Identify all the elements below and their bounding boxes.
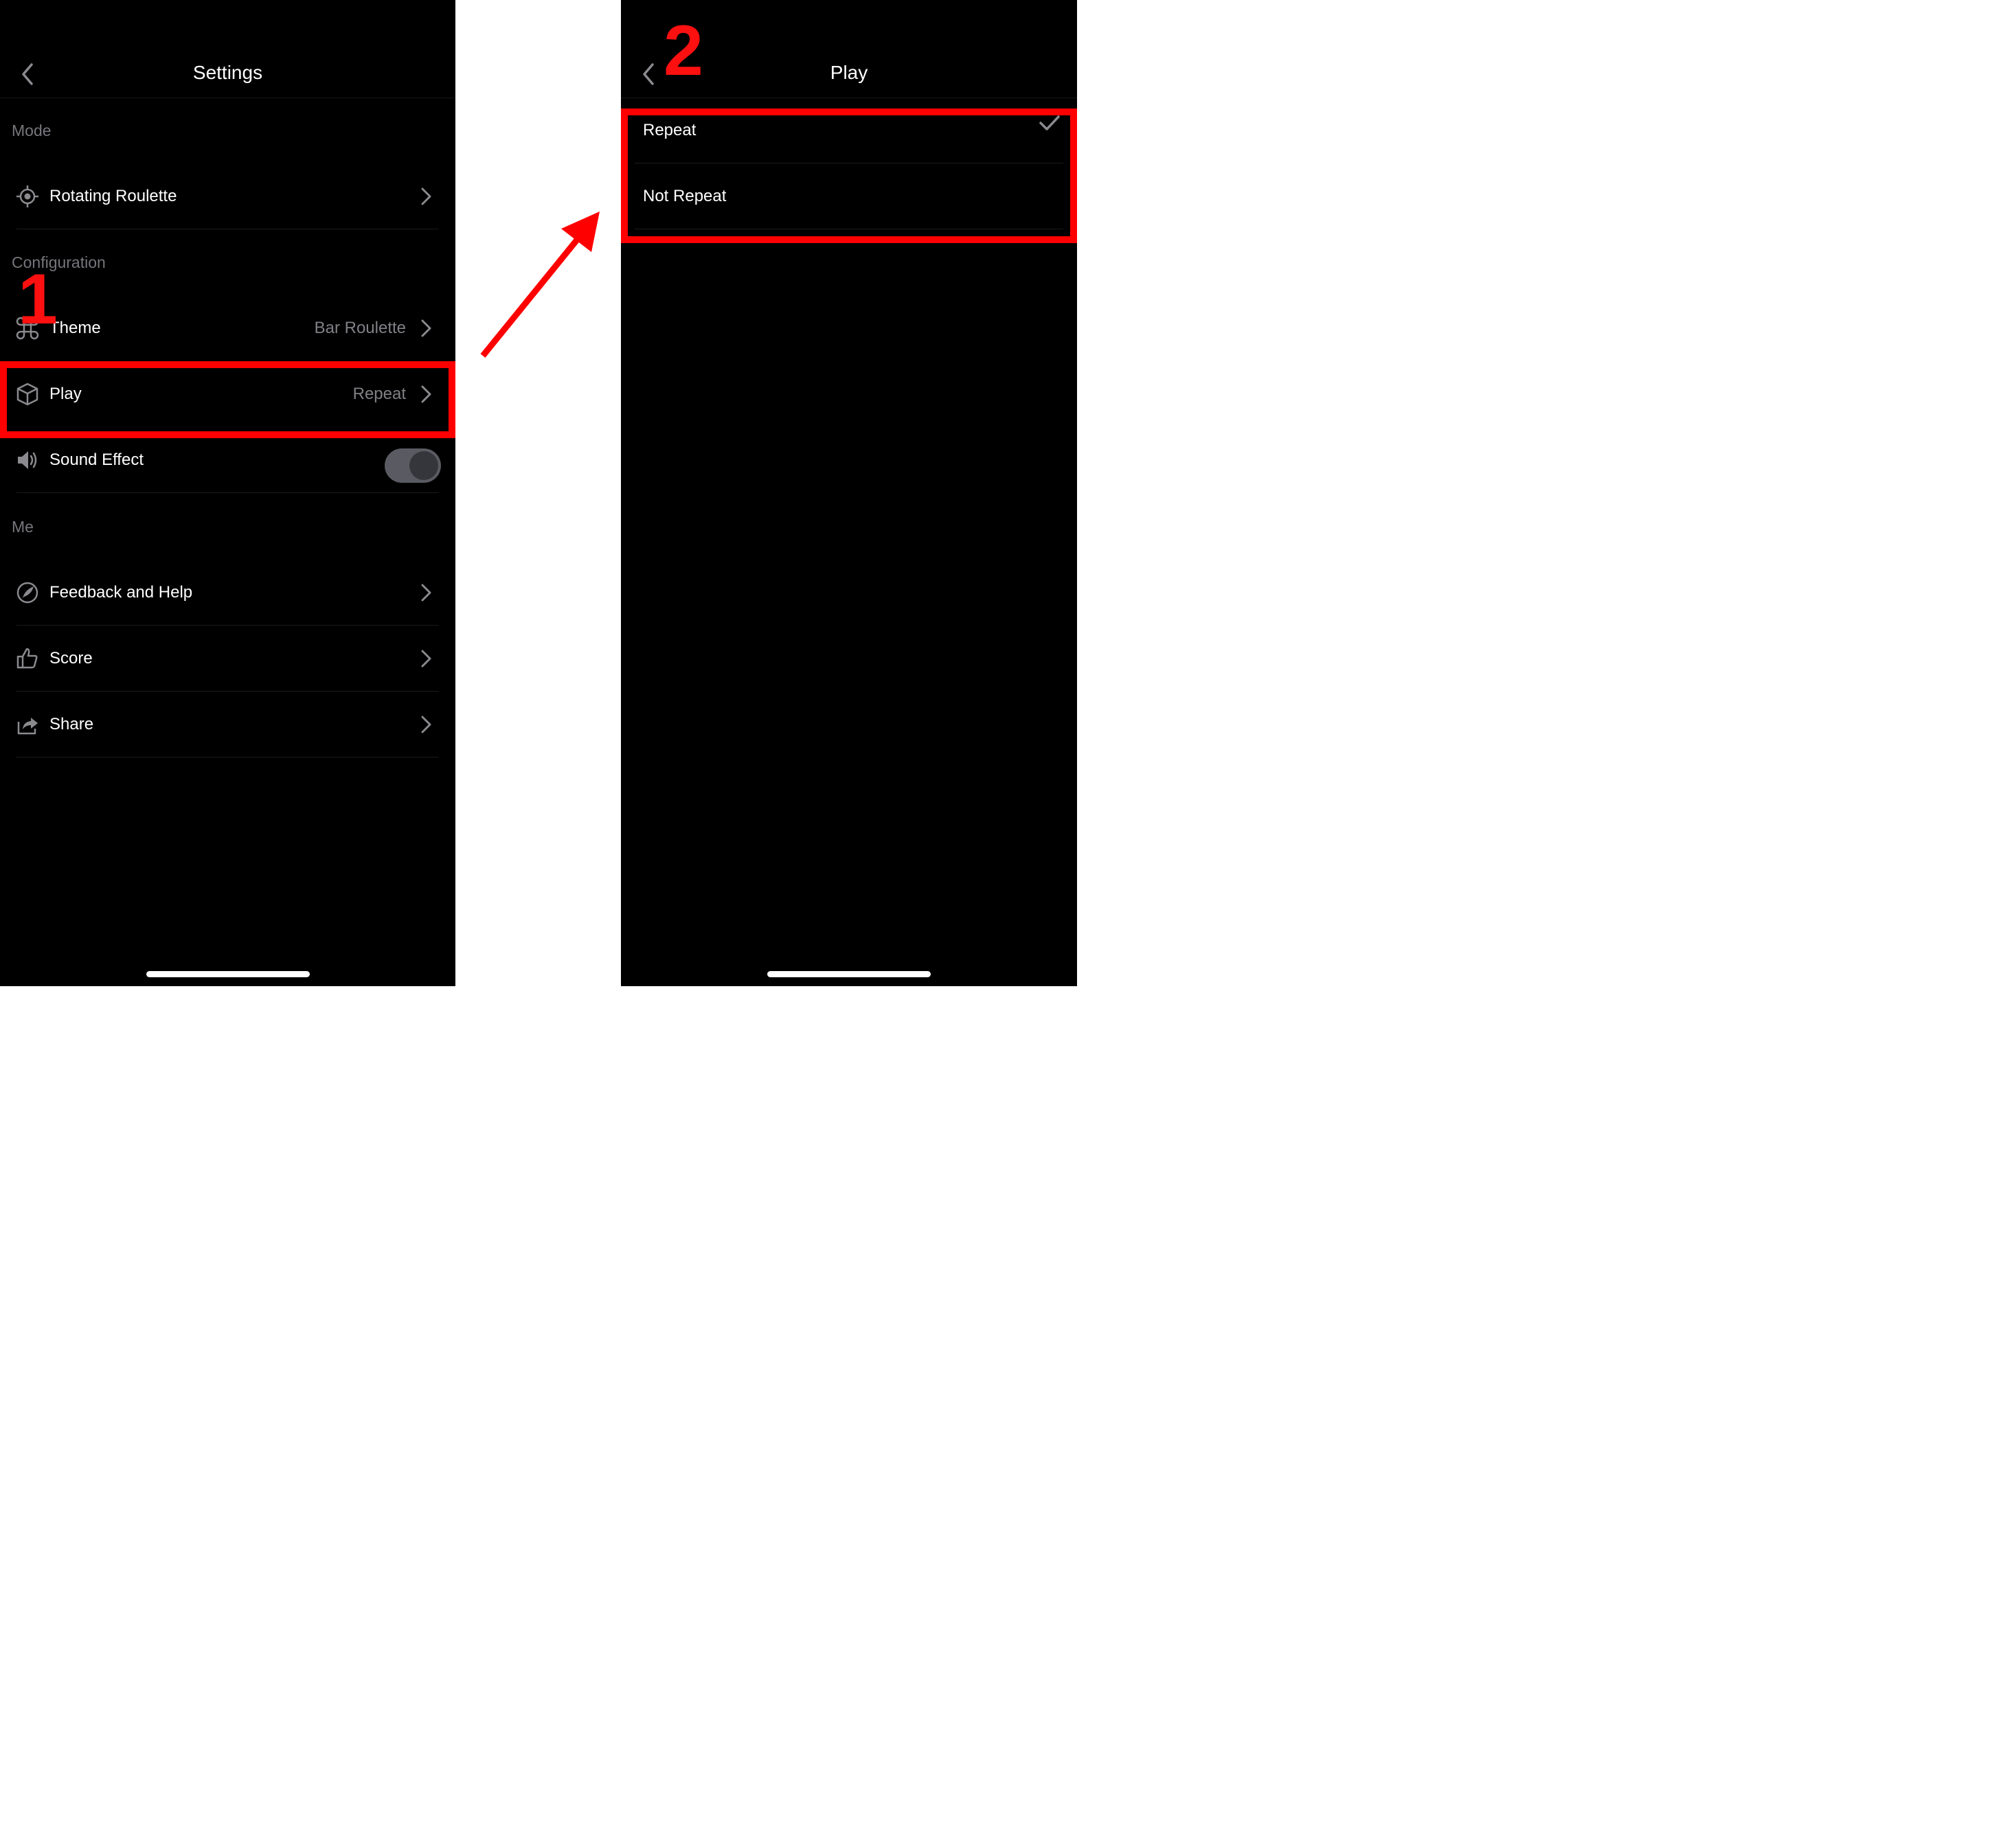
highlight-box-options — [621, 109, 1077, 243]
play-screen: Play Repeat Not Repeat 2 — [621, 0, 1077, 986]
feather-icon — [16, 582, 38, 604]
thumbs-up-icon — [16, 648, 38, 669]
chevron-right-icon — [421, 716, 431, 733]
row-value: Bar Roulette — [314, 319, 406, 337]
row-label: Feedback and Help — [49, 583, 193, 602]
settings-row-rotating-roulette[interactable]: Rotating Roulette — [0, 163, 455, 229]
row-label: Rotating Roulette — [49, 187, 177, 205]
highlight-box-play-row — [0, 361, 455, 438]
home-indicator — [146, 971, 310, 977]
toggle-knob — [409, 451, 438, 480]
chevron-right-icon — [421, 187, 431, 205]
page-title: Settings — [192, 62, 263, 83]
share-icon — [17, 718, 38, 735]
section-header-mode: Mode — [12, 122, 52, 139]
chevron-right-icon — [421, 584, 431, 602]
row-label: Score — [49, 649, 93, 668]
chevron-right-icon — [421, 650, 431, 668]
chevron-right-icon — [421, 319, 431, 337]
step-number-2: 2 — [664, 11, 703, 91]
row-label: Share — [49, 715, 94, 733]
settings-row-share[interactable]: Share — [0, 692, 455, 757]
target-icon — [16, 185, 38, 207]
settings-row-score[interactable]: Score — [0, 626, 455, 692]
section-header-me: Me — [12, 518, 34, 536]
settings-row-theme[interactable]: Theme Bar Roulette — [0, 295, 455, 361]
row-label: Sound Effect — [49, 451, 144, 469]
red-arrow-annotation — [480, 212, 600, 358]
sound-effect-toggle[interactable] — [385, 448, 441, 483]
speaker-icon — [18, 451, 37, 469]
settings-screen: Settings Mode Rotating Roulette Configur… — [0, 0, 455, 986]
row-divider — [16, 492, 439, 493]
home-indicator — [767, 971, 931, 977]
settings-navbar: Settings — [0, 0, 455, 98]
settings-row-feedback-and-help[interactable]: Feedback and Help — [0, 560, 455, 626]
step-number-1: 1 — [18, 260, 58, 339]
